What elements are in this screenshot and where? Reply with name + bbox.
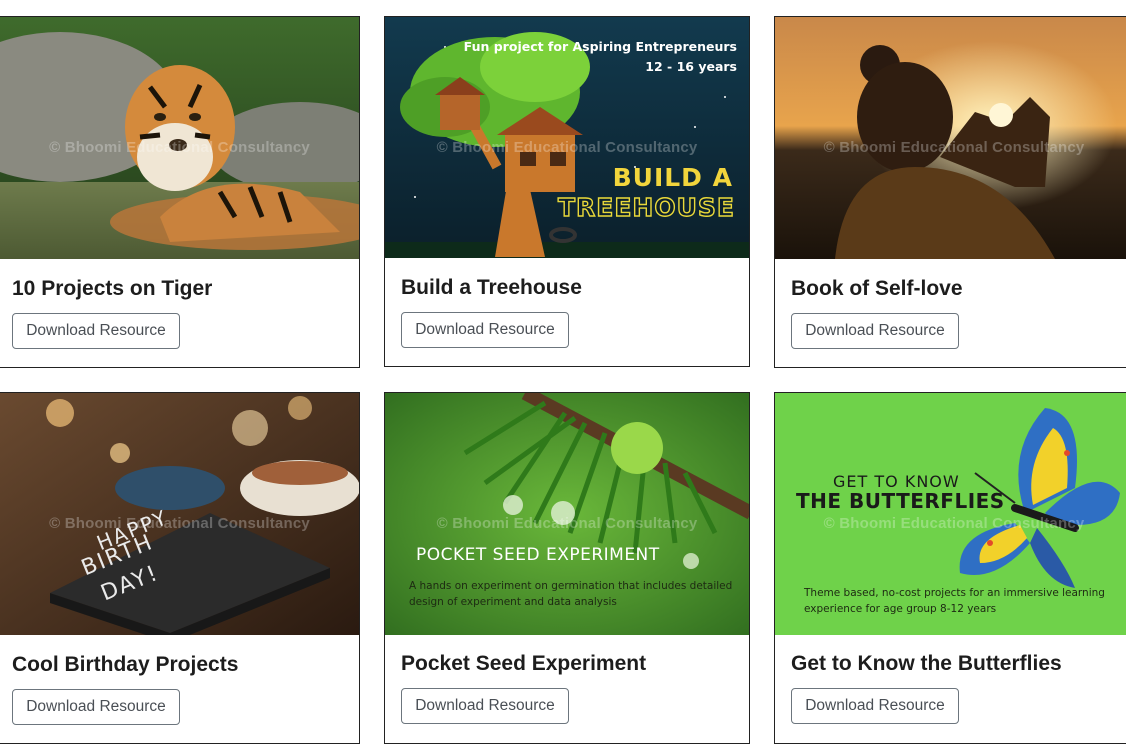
overlay-heading: BUILD A xyxy=(612,163,733,192)
watermark: © Bhoomi Educational Consultancy xyxy=(49,139,310,156)
overlay-heading: THE BUTTERFLIES xyxy=(796,489,1005,513)
watermark: © Bhoomi Educational Consultancy xyxy=(49,515,310,532)
card-title: Build a Treehouse xyxy=(401,276,582,299)
download-resource-button[interactable]: Download Resource xyxy=(401,688,569,724)
overlay-description: A hands on experiment on germination tha… xyxy=(409,580,733,592)
download-resource-button[interactable]: Download Resource xyxy=(791,313,959,349)
watermark: © Bhoomi Educational Consultancy xyxy=(436,139,698,156)
overlay-age: 12 - 16 years xyxy=(645,59,737,74)
overlay-heading: TREEHOUSE xyxy=(557,192,735,222)
sunset-heart-hands-photo-icon xyxy=(775,17,1126,259)
pine-needles-droplets-photo-icon: POCKET SEED EXPERIMENT A hands on experi… xyxy=(385,393,749,635)
butterfly-illustration-icon: GET TO KNOW THE BUTTERFLIES Theme based,… xyxy=(775,393,1126,635)
resource-card: Fun project for Aspiring Entrepreneurs 1… xyxy=(384,16,750,367)
resource-card: © Bhoomi Educational Consultancy Book of… xyxy=(774,16,1126,368)
watermark: © Bhoomi Educational Consultancy xyxy=(823,139,1085,156)
card-title: Book of Self-love xyxy=(791,277,963,300)
resource-card: HAPPY BIRTH DAY! © Bhoomi Educational Co… xyxy=(0,392,360,744)
birthday-napkin-photo-icon: HAPPY BIRTH DAY! xyxy=(0,393,359,635)
overlay-subtitle: Fun project for Aspiring Entrepreneurs xyxy=(463,39,737,54)
resource-card: © Bhoomi Educational Consultancy 10 Proj… xyxy=(0,16,360,368)
download-resource-button[interactable]: Download Resource xyxy=(12,689,180,725)
card-title: 10 Projects on Tiger xyxy=(12,277,213,300)
card-title: Cool Birthday Projects xyxy=(12,653,239,676)
card-title: Get to Know the Butterflies xyxy=(791,652,1062,675)
download-resource-button[interactable]: Download Resource xyxy=(791,688,959,724)
card-title: Pocket Seed Experiment xyxy=(401,652,647,675)
overlay-description: experience for age group 8-12 years xyxy=(804,603,997,615)
watermark: © Bhoomi Educational Consultancy xyxy=(436,515,698,532)
download-resource-button[interactable]: Download Resource xyxy=(12,313,180,349)
download-resource-button[interactable]: Download Resource xyxy=(401,312,569,348)
overlay-description: design of experiment and data analysis xyxy=(409,596,617,608)
resource-card: POCKET SEED EXPERIMENT A hands on experi… xyxy=(384,392,750,744)
treehouse-illustration-icon: Fun project for Aspiring Entrepreneurs 1… xyxy=(385,17,749,258)
tiger-photo-icon xyxy=(0,17,359,259)
overlay-description: Theme based, no-cost projects for an imm… xyxy=(804,587,1105,599)
overlay-heading: POCKET SEED EXPERIMENT xyxy=(416,545,660,565)
watermark: © Bhoomi Educational Consultancy xyxy=(823,515,1085,532)
resource-card: GET TO KNOW THE BUTTERFLIES Theme based,… xyxy=(774,392,1126,744)
